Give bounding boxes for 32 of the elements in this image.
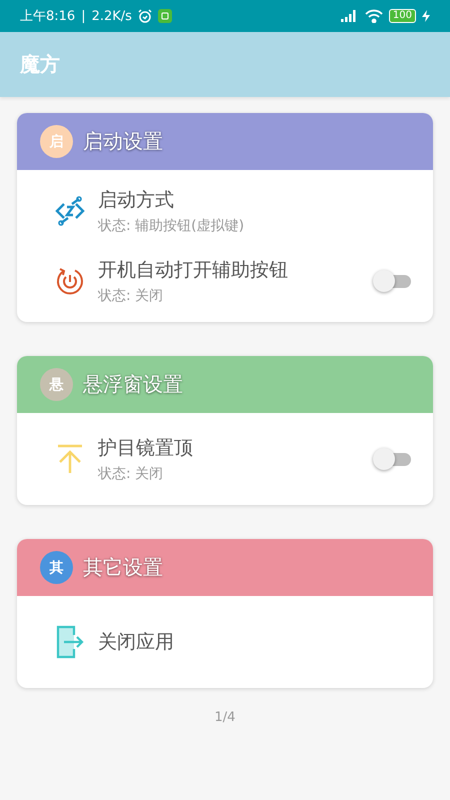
page-indicator: 1/4 (214, 710, 236, 725)
setting-row[interactable]: 开机自动打开辅助按钮 状态: 关闭 (17, 246, 433, 316)
alarm-icon (138, 9, 152, 23)
power-icon (55, 266, 85, 296)
toggle-switch[interactable] (373, 448, 411, 470)
status-time: 上午8:16 (20, 8, 76, 25)
status-separator: | (81, 8, 86, 24)
exit-icon (56, 625, 84, 659)
app-notification-icon (158, 9, 172, 23)
setting-row[interactable]: 关闭应用 (17, 602, 433, 682)
setting-title: 启动方式 (98, 188, 175, 213)
link-icon (54, 195, 86, 227)
setting-title: 开机自动打开辅助按钮 (98, 258, 289, 283)
section-badge: 启 (40, 125, 73, 158)
setting-status: 状态: 辅助按钮(虚拟键) (98, 217, 246, 235)
toggle-switch[interactable] (373, 270, 411, 292)
setting-status: 状态: 关闭 (98, 465, 164, 483)
setting-status: 状态: 关闭 (98, 287, 164, 305)
section-title: 其它设置 (83, 554, 163, 581)
section-badge: 悬 (40, 368, 73, 401)
section-title: 悬浮窗设置 (83, 371, 183, 398)
setting-row[interactable]: 护目镜置顶 状态: 关闭 (17, 419, 433, 499)
setting-title: 护目镜置顶 (98, 436, 194, 461)
setting-title: 关闭应用 (98, 630, 175, 655)
wifi-icon (364, 9, 383, 23)
network-speed: 2.2K/s (92, 8, 132, 24)
charging-icon (422, 10, 430, 22)
battery-level: 100 (388, 9, 416, 23)
setting-row[interactable]: 启动方式 状态: 辅助按钮(虚拟键) (17, 176, 433, 246)
section-badge: 其 (40, 551, 73, 584)
section-title: 启动设置 (83, 128, 163, 155)
app-title: 魔方 (20, 51, 60, 78)
